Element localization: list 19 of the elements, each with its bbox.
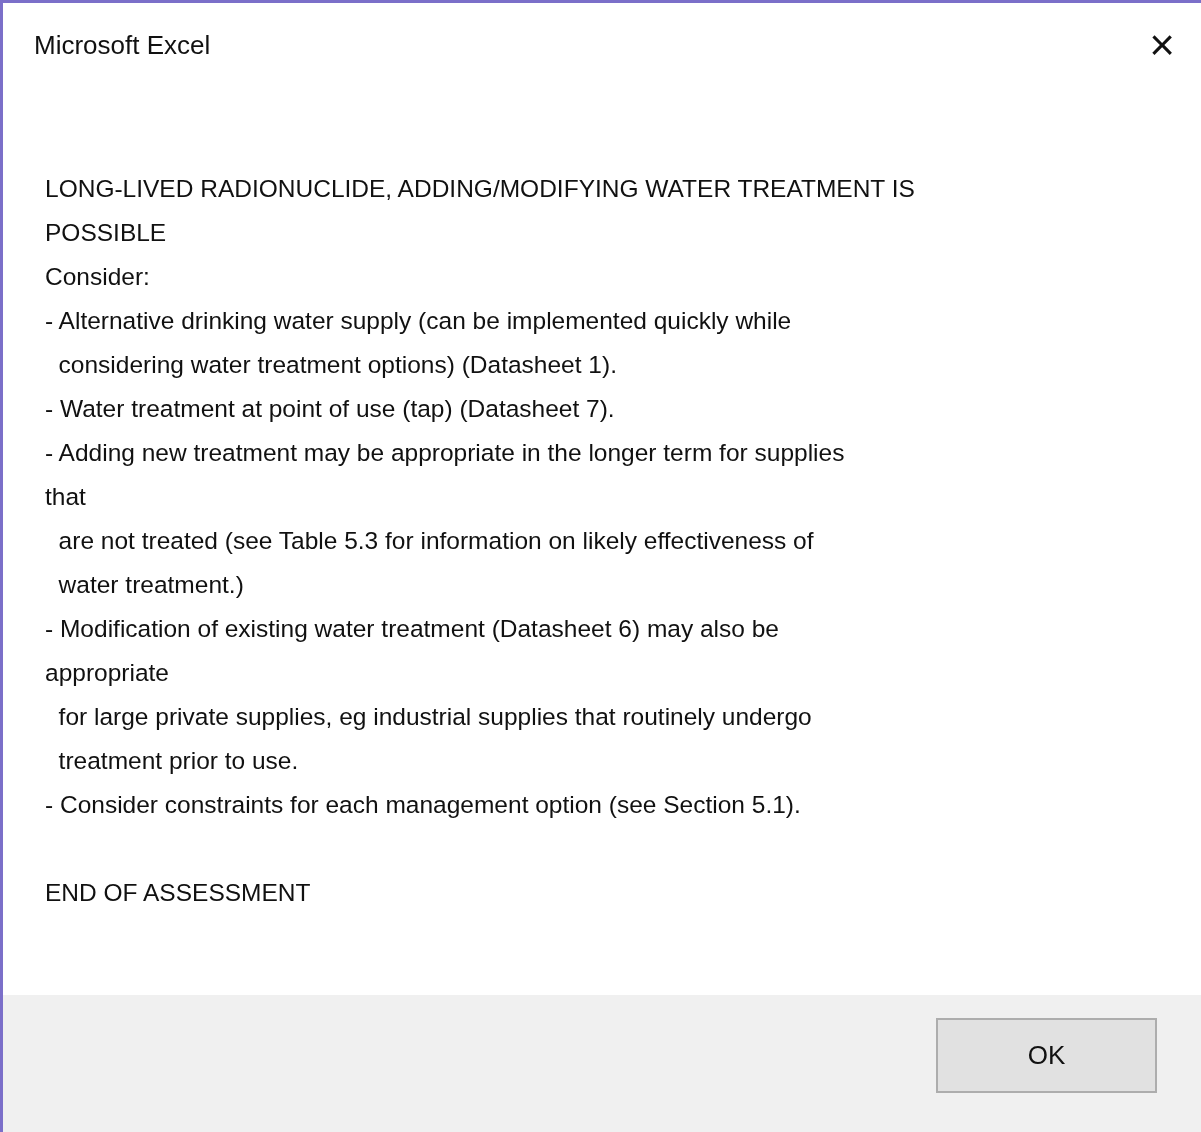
close-button[interactable]: × — [1141, 23, 1183, 67]
ok-button[interactable]: OK — [936, 1018, 1157, 1093]
window-title: Microsoft Excel — [34, 28, 211, 62]
message-line: Consider: — [45, 262, 150, 292]
message-line: water treatment.) — [57, 570, 244, 600]
message-line: - Modification of existing water treatment (Datasheet 6) may also be — [45, 614, 779, 644]
message-line: POSSIBLE — [45, 218, 167, 248]
message-line: appropriate — [45, 658, 169, 688]
message-line: treatment prior to use. — [57, 746, 299, 776]
message-line: for large private supplies, eg industrial supplies that routinely undergo — [57, 702, 812, 732]
message-line: - Consider constraints for each management option (see Section 5.1). — [45, 790, 801, 820]
message-line: - Alternative drinking water supply (can be implemented quickly while — [45, 306, 792, 336]
message-line: LONG-LIVED RADIONUCLIDE, ADDING/MODIFYING WATER TREATMENT IS — [45, 174, 915, 204]
message-line: - Water treatment at point of use (tap) (Datasheet 7). — [45, 394, 615, 424]
message-line: - Adding new treatment may be appropriate in the longer term for supplies — [45, 438, 845, 468]
message-line: are not treated (see Table 5.3 for information on likely effectiveness of — [57, 526, 814, 556]
message-line: considering water treatment options) (Datasheet 1). — [57, 350, 617, 380]
message-line: that — [45, 482, 86, 512]
end-note: END OF ASSESSMENT — [45, 878, 311, 908]
